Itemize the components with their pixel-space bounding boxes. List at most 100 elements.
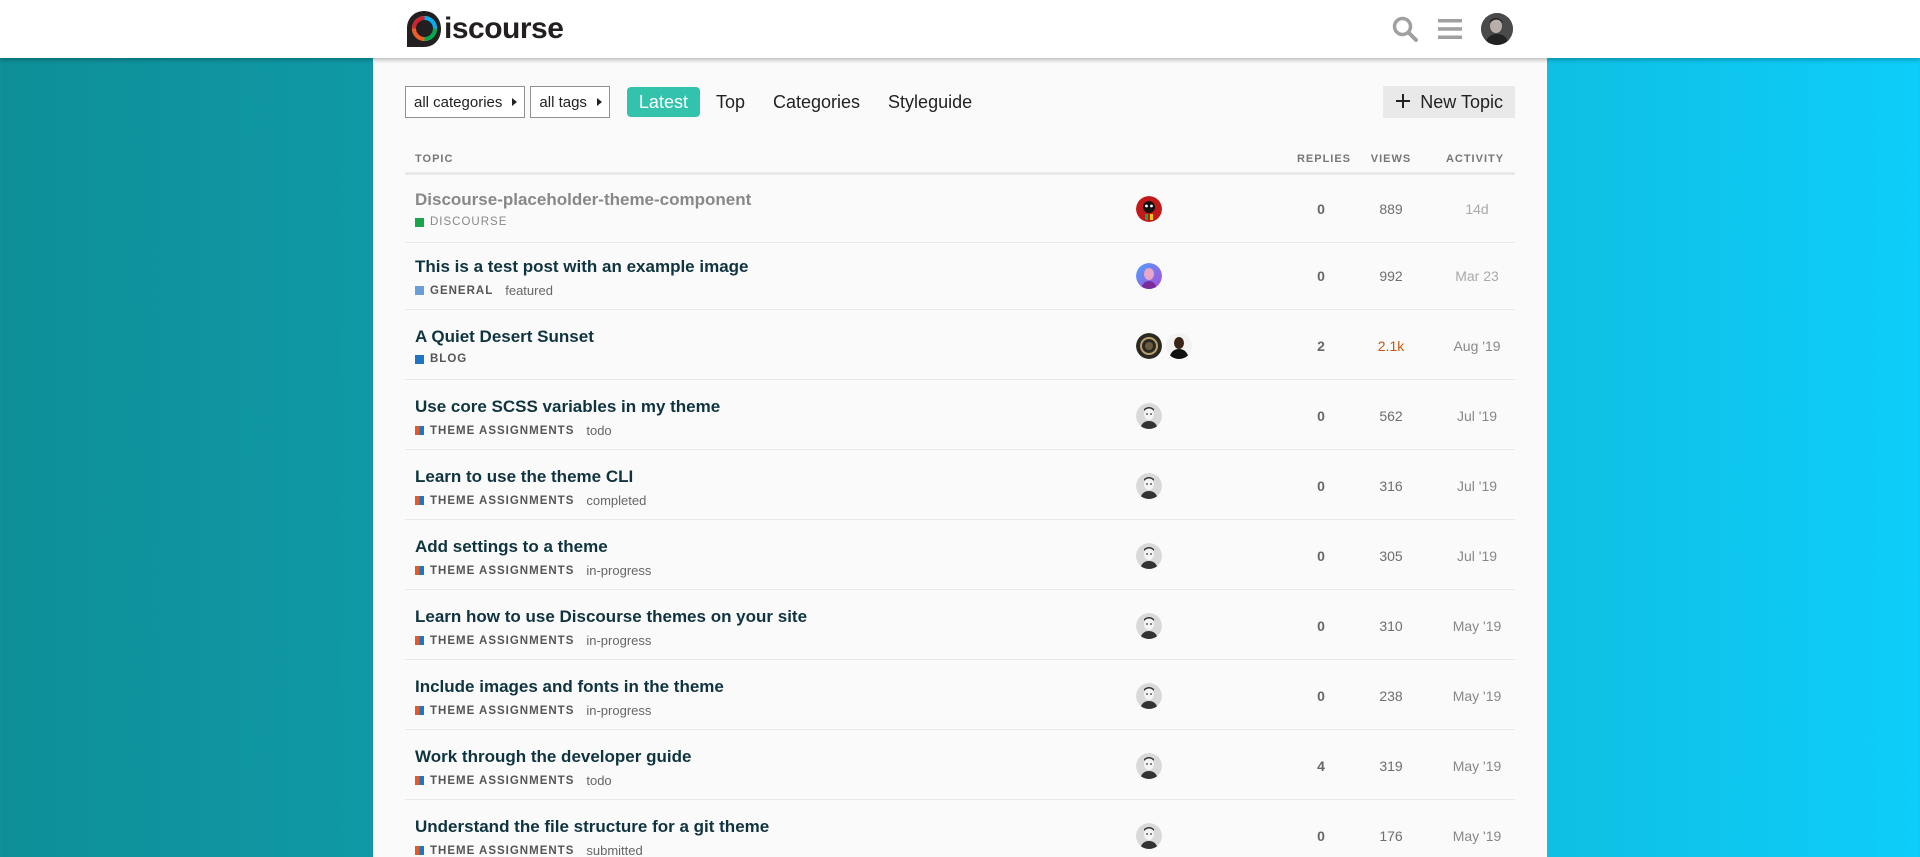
topic-row: Discourse-placeholder-theme-component DIS… — [405, 175, 1515, 243]
category-link[interactable]: GENERAL — [430, 285, 493, 297]
category-color-badge — [415, 846, 424, 855]
activity-time[interactable]: 14d — [1437, 201, 1517, 217]
activity-time[interactable]: May '19 — [1437, 618, 1517, 634]
tab-styleguide[interactable]: Styleguide — [876, 87, 984, 117]
tags-dropdown[interactable]: all tags — [530, 86, 610, 118]
topic-tag[interactable]: in-progress — [586, 703, 651, 718]
activity-time[interactable]: Aug '19 — [1437, 338, 1517, 354]
activity-time[interactable]: Jul '19 — [1437, 408, 1517, 424]
category-link[interactable]: THEME ASSIGNMENTS — [430, 425, 574, 437]
grey-poster-avatar[interactable] — [1136, 683, 1162, 709]
category-link[interactable]: THEME ASSIGNMENTS — [430, 635, 574, 647]
activity-time[interactable]: Jul '19 — [1437, 548, 1517, 564]
topic-tag[interactable]: in-progress — [586, 563, 651, 578]
activity-time[interactable]: May '19 — [1437, 758, 1517, 774]
column-header-replies[interactable]: REPLIES — [1296, 153, 1352, 165]
discourse-logo[interactable]: iscourse — [405, 0, 564, 58]
topic-title-link[interactable]: Work through the developer guide — [415, 747, 691, 767]
topic-tag[interactable]: todo — [586, 423, 611, 438]
replies-count: 0 — [1317, 548, 1325, 564]
topic-title-link[interactable]: Use core SCSS variables in my theme — [415, 397, 720, 417]
categories-dropdown[interactable]: all categories — [405, 86, 526, 118]
topic-posters — [1136, 543, 1162, 569]
topic-title-link[interactable]: A Quiet Desert Sunset — [415, 327, 594, 347]
dark-poster-avatar[interactable] — [1136, 333, 1162, 359]
topic-title-link[interactable]: Add settings to a theme — [415, 537, 608, 557]
replies-count: 0 — [1317, 408, 1325, 424]
new-topic-label: New Topic — [1420, 91, 1503, 112]
topic-meta: BLOG — [415, 353, 479, 365]
grey-poster-avatar[interactable] — [1136, 753, 1162, 779]
plus-icon — [1395, 91, 1411, 113]
topic-row: Learn how to use Discourse themes on you… — [405, 592, 1515, 660]
caret-right-icon — [512, 98, 518, 106]
hamburger-menu-icon[interactable] — [1437, 17, 1463, 41]
topic-title-link[interactable]: Learn how to use Discourse themes on you… — [415, 607, 807, 627]
activity-time[interactable]: Jul '19 — [1437, 478, 1517, 494]
category-link[interactable]: THEME ASSIGNMENTS — [430, 705, 574, 717]
topic-tag[interactable]: in-progress — [586, 633, 651, 648]
category-link[interactable]: THEME ASSIGNMENTS — [430, 845, 574, 857]
topic-title-link[interactable]: Include images and fonts in the theme — [415, 677, 724, 697]
grey-poster-avatar[interactable] — [1136, 543, 1162, 569]
category-link[interactable]: THEME ASSIGNMENTS — [430, 775, 574, 787]
grey-poster-avatar[interactable] — [1136, 823, 1162, 849]
topic-posters — [1136, 403, 1162, 429]
topic-title-link[interactable]: Learn to use the theme CLI — [415, 467, 633, 487]
topic-tag[interactable]: submitted — [586, 843, 642, 857]
black-poster-avatar[interactable] — [1166, 333, 1192, 359]
search-icon[interactable] — [1391, 15, 1419, 43]
column-header-topic[interactable]: TOPIC — [415, 153, 453, 165]
column-header-views[interactable]: VIEWS — [1363, 153, 1419, 165]
category-link[interactable]: THEME ASSIGNMENTS — [430, 495, 574, 507]
topic-tag[interactable]: todo — [586, 773, 611, 788]
grey-poster-avatar[interactable] — [1136, 403, 1162, 429]
tab-categories[interactable]: Categories — [761, 87, 872, 117]
category-link[interactable]: DISCOURSE — [430, 216, 507, 228]
topic-title-link[interactable]: This is a test post with an example imag… — [415, 257, 748, 277]
views-count: 238 — [1379, 688, 1403, 704]
replies-count: 0 — [1317, 828, 1325, 844]
category-link[interactable]: BLOG — [430, 353, 467, 365]
purple-poster-avatar[interactable] — [1136, 263, 1162, 289]
category-link[interactable]: THEME ASSIGNMENTS — [430, 565, 574, 577]
topic-row: Include images and fonts in the theme THE… — [405, 662, 1515, 730]
category-color-badge — [415, 217, 424, 227]
replies-count: 0 — [1317, 688, 1325, 704]
logo-wordmark: iscourse — [444, 12, 564, 45]
topic-meta: THEME ASSIGNMENTS submitted — [415, 843, 643, 857]
topic-row: This is a test post with an example imag… — [405, 242, 1515, 310]
topic-title-link[interactable]: Understand the file structure for a git … — [415, 817, 769, 837]
category-color-badge — [415, 566, 424, 575]
topic-meta: GENERAL featured — [415, 283, 553, 298]
column-header-activity[interactable]: ACTIVITY — [1440, 153, 1510, 165]
views-count: 562 — [1379, 408, 1403, 424]
topic-title-link[interactable]: Discourse-placeholder-theme-component — [415, 190, 751, 210]
header-icons — [1391, 13, 1513, 45]
red-poster-avatar[interactable] — [1136, 196, 1162, 222]
tab-top[interactable]: Top — [704, 87, 757, 117]
activity-time[interactable]: Mar 23 — [1437, 268, 1517, 284]
topic-meta: THEME ASSIGNMENTS in-progress — [415, 703, 651, 718]
views-count: 305 — [1379, 548, 1403, 564]
replies-count: 2 — [1317, 338, 1325, 354]
topic-tag[interactable]: completed — [586, 493, 646, 508]
new-topic-button[interactable]: New Topic — [1383, 86, 1515, 118]
views-count: 319 — [1379, 758, 1403, 774]
topic-row: Learn to use the theme CLI THEME ASSIGNME… — [405, 452, 1515, 520]
views-count: 176 — [1379, 828, 1403, 844]
grey-poster-avatar[interactable] — [1136, 473, 1162, 499]
views-count: 889 — [1379, 201, 1403, 217]
main-panel: all categories all tags Latest Top Categ… — [373, 58, 1547, 857]
topic-posters — [1136, 333, 1192, 359]
replies-count: 0 — [1317, 618, 1325, 634]
current-user-avatar[interactable] — [1481, 13, 1513, 45]
topic-tag[interactable]: featured — [505, 283, 553, 298]
activity-time[interactable]: May '19 — [1437, 828, 1517, 844]
views-count: 310 — [1379, 618, 1403, 634]
topic-posters — [1136, 753, 1162, 779]
navigation-controls: all categories all tags Latest Top Categ… — [405, 86, 1515, 118]
tab-latest[interactable]: Latest — [626, 87, 700, 117]
activity-time[interactable]: May '19 — [1437, 688, 1517, 704]
grey-poster-avatar[interactable] — [1136, 613, 1162, 639]
